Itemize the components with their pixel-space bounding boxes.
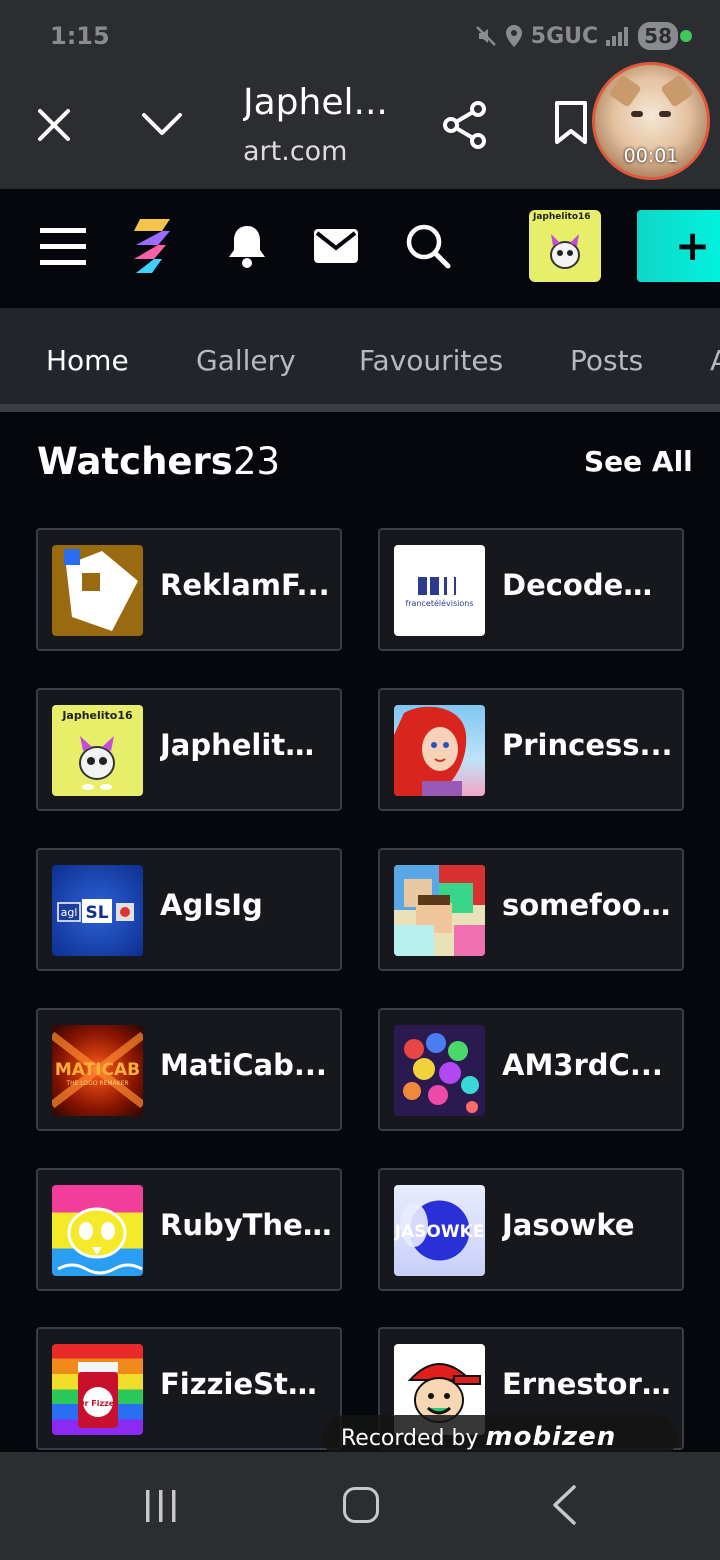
jasowke-thumb-text: JASOWKE — [394, 1222, 484, 1242]
watcher-name: DecodeG... — [502, 568, 674, 602]
watcher-card[interactable]: Dr Fizzer FizzieStu... — [36, 1327, 342, 1450]
watchers-heading: Watchers — [37, 440, 233, 483]
watcher-name: Ernestor15 — [502, 1367, 674, 1401]
watcher-avatar — [394, 1025, 485, 1116]
tab-home[interactable]: Home — [46, 344, 129, 377]
watcher-name: MatiCab... — [160, 1048, 327, 1082]
watcher-card[interactable]: somefoo... — [378, 848, 684, 971]
share-icon[interactable] — [442, 100, 488, 150]
search-icon[interactable] — [405, 223, 451, 269]
watcher-card[interactable]: ReklamF... — [36, 528, 342, 651]
tab-favourites[interactable]: Favourites — [359, 344, 503, 377]
recording-timer: 00:01 — [623, 145, 679, 167]
location-icon — [505, 25, 522, 47]
watcher-card[interactable]: MATICAB THE LOGO REMAKER MatiCab... — [36, 1008, 342, 1131]
agisig-thumb-text-b: SL — [85, 903, 108, 923]
status-icons: 5GUC 58 — [475, 22, 692, 50]
maticab-thumb-text: MATICAB — [55, 1060, 140, 1080]
watcher-name: Jasowke — [502, 1208, 635, 1242]
maticab-thumb-subtext: THE LOGO REMAKER — [65, 1080, 128, 1087]
tab-posts[interactable]: Posts — [570, 344, 643, 377]
bookmark-icon[interactable] — [552, 100, 590, 146]
active-tab-indicator — [44, 408, 132, 412]
app-header: Japhelito16 + — [0, 189, 720, 308]
watcher-avatar — [394, 865, 485, 956]
watcher-card[interactable]: Japhelito16 Japhelito... — [36, 688, 342, 811]
watcher-name: somefoo... — [502, 888, 674, 922]
status-time: 1:15 — [50, 22, 110, 50]
avatar-thumb-text: Japhelito16 — [61, 709, 133, 722]
back-icon[interactable] — [550, 1484, 578, 1526]
watcher-avatar: JASOWKE — [394, 1185, 485, 1276]
page-url[interactable]: art.com — [243, 136, 403, 167]
profile-tabs: Home Gallery Favourites Posts A — [0, 308, 720, 412]
watcher-name: AgIsIg — [160, 888, 263, 922]
watcher-avatar: Japhelito16 — [52, 705, 143, 796]
recent-apps-icon[interactable] — [143, 1488, 179, 1524]
watcher-card[interactable]: agl SL AgIsIg — [36, 848, 342, 971]
signal-icon — [606, 27, 629, 46]
user-avatar[interactable]: Japhelito16 — [529, 210, 601, 282]
watcher-avatar: agl SL — [52, 865, 143, 956]
watcher-card[interactable]: Princess... — [378, 688, 684, 811]
fizzie-thumb-text: Dr Fizzer — [78, 1399, 118, 1408]
watcher-card[interactable]: JASOWKE Jasowke — [378, 1168, 684, 1291]
page-title: Japhel... — [243, 82, 388, 123]
mail-icon[interactable] — [314, 229, 358, 263]
see-all-link[interactable]: See All — [584, 445, 693, 478]
watchers-count: 23 — [233, 440, 281, 483]
watcher-name: Princess... — [502, 728, 673, 762]
home-icon[interactable] — [343, 1487, 379, 1523]
bell-icon[interactable] — [226, 223, 268, 269]
watcher-avatar: Dr Fizzer — [52, 1344, 143, 1435]
charging-dot-icon — [680, 30, 692, 42]
system-nav-bar — [0, 1452, 720, 1560]
decode-thumb-text: francetélévisions — [405, 598, 473, 608]
status-bar: 1:15 5GUC 58 — [0, 0, 720, 70]
watcher-name: AM3rdC... — [502, 1048, 663, 1082]
watcher-name: FizzieStu... — [160, 1367, 332, 1401]
tab-overflow[interactable]: A — [710, 344, 720, 377]
mute-icon — [475, 26, 496, 46]
watcher-avatar — [394, 705, 485, 796]
watermark-brand: mobizen — [485, 1422, 617, 1452]
site-logo-icon[interactable] — [132, 217, 172, 275]
chevron-down-icon[interactable] — [140, 105, 184, 145]
close-icon[interactable] — [34, 105, 74, 145]
watcher-card[interactable]: francetélévisions DecodeG... — [378, 528, 684, 651]
screen-recorder-bubble[interactable]: 00:01 — [592, 62, 710, 180]
watcher-card[interactable]: RubyThe... — [36, 1168, 342, 1291]
network-label: 5GUC — [530, 23, 599, 49]
tab-gallery[interactable]: Gallery — [196, 344, 296, 377]
watcher-card[interactable]: AM3rdC... — [378, 1008, 684, 1131]
watcher-avatar: MATICAB THE LOGO REMAKER — [52, 1025, 143, 1116]
agisig-thumb-text-a: agl — [61, 906, 78, 919]
watcher-avatar: francetélévisions — [394, 545, 485, 636]
battery-badge: 58 — [638, 22, 678, 50]
watcher-name: Japhelito... — [160, 728, 332, 762]
watermark-label: Recorded by — [341, 1426, 479, 1451]
watcher-avatar — [52, 1185, 143, 1276]
watcher-name: RubyThe... — [160, 1208, 332, 1242]
create-button[interactable]: + — [637, 210, 720, 282]
hamburger-menu-icon[interactable] — [40, 226, 86, 268]
watcher-avatar — [52, 545, 143, 636]
watcher-name: ReklamF... — [160, 568, 330, 602]
